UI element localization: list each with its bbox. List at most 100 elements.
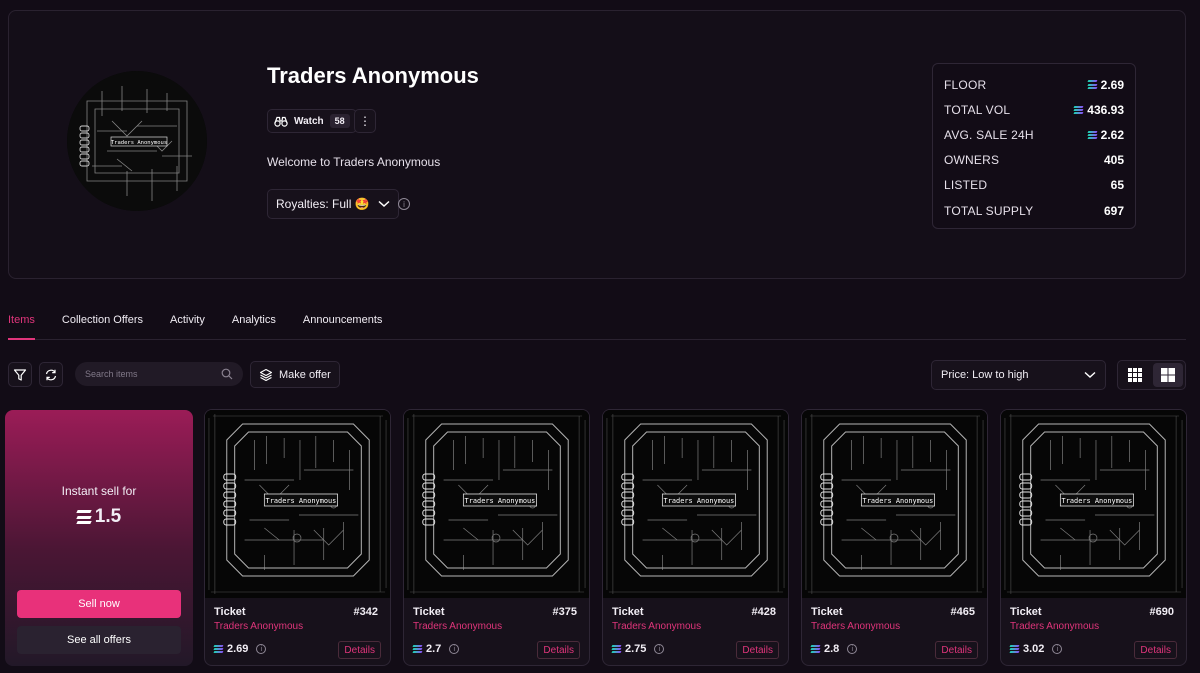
- details-button[interactable]: Details: [1134, 641, 1177, 659]
- nft-price: 3.02 i: [1009, 643, 1063, 655]
- more-options-button[interactable]: ⋮: [354, 109, 376, 133]
- stat-value: 436.93: [1087, 102, 1124, 117]
- refresh-button[interactable]: [39, 362, 63, 387]
- nft-image: Traders Anonymous: [205, 410, 390, 598]
- info-icon[interactable]: i: [256, 644, 267, 654]
- stat-value: 65: [1110, 178, 1124, 193]
- make-offer-button[interactable]: Make offer: [250, 361, 340, 388]
- stat-value: 2.62: [1100, 127, 1124, 142]
- nft-image-label: Traders Anonymous: [863, 497, 934, 505]
- tab-activity[interactable]: Activity: [170, 306, 205, 339]
- view-toggle: [1117, 360, 1186, 390]
- collection-stats-panel: FLOOR 2.69 TOTAL VOL 436.93 AVG. SALE 24…: [932, 63, 1136, 229]
- make-offer-label: Make offer: [279, 368, 331, 381]
- nft-number: #465: [950, 606, 975, 618]
- nft-price-value: 2.75: [625, 643, 647, 655]
- solana-icon: [412, 644, 423, 654]
- nft-image-label: Traders Anonymous: [1062, 497, 1133, 505]
- filter-button[interactable]: [8, 362, 32, 387]
- more-vertical-icon: ⋮: [359, 114, 371, 128]
- see-all-offers-button[interactable]: See all offers: [17, 626, 181, 654]
- stat-value: 2.69: [1100, 77, 1124, 92]
- tab-analytics[interactable]: Analytics: [232, 306, 276, 339]
- nft-collection-link[interactable]: Traders Anonymous: [612, 621, 701, 632]
- nft-collection-link[interactable]: Traders Anonymous: [214, 621, 303, 632]
- nft-price-value: 2.7: [426, 643, 442, 655]
- stat-label: OWNERS: [944, 153, 1000, 168]
- collection-tabs: Items Collection Offers Activity Analyti…: [8, 306, 1186, 340]
- nft-name: Ticket: [1010, 606, 1042, 618]
- nft-card[interactable]: Traders Anonymous Ticket #690 Traders Anon…: [1000, 409, 1187, 666]
- binoculars-icon: [274, 116, 288, 127]
- nft-name: Ticket: [214, 606, 246, 618]
- stat-value: 697: [1103, 203, 1124, 218]
- nft-image-label: Traders Anonymous: [266, 497, 337, 505]
- nft-price-value: 2.8: [824, 643, 840, 655]
- nft-card[interactable]: Traders Anonymous Ticket #465 Traders Anon…: [801, 409, 988, 666]
- stat-owners: OWNERS 405: [944, 148, 1124, 173]
- sort-dropdown[interactable]: Price: Low to high: [931, 360, 1106, 390]
- solana-icon: [1087, 130, 1098, 140]
- info-icon[interactable]: i: [398, 198, 410, 210]
- nft-card[interactable]: Traders Anonymous Ticket #428 Traders Anon…: [602, 409, 789, 666]
- chevron-down-icon: [378, 200, 390, 208]
- nft-card[interactable]: Traders Anonymous Ticket #375 Traders Anon…: [403, 409, 590, 666]
- collection-avatar-art: Traders Anonymous: [67, 71, 207, 211]
- nft-card[interactable]: Traders Anonymous Ticket #342 Traders Anon…: [204, 409, 391, 666]
- nft-collection-link[interactable]: Traders Anonymous: [413, 621, 502, 632]
- watch-button[interactable]: Watch 58: [267, 109, 357, 133]
- info-icon[interactable]: i: [847, 644, 858, 654]
- nft-image: Traders Anonymous: [802, 410, 987, 598]
- layers-icon: [259, 368, 273, 381]
- instant-sell-label: Instant sell for: [61, 484, 137, 498]
- solana-icon: [213, 644, 224, 654]
- nft-number: #375: [552, 606, 577, 618]
- royalties-dropdown[interactable]: Royalties: Full 🤩: [267, 189, 399, 219]
- solana-icon: [1073, 105, 1084, 114]
- nft-price: 2.69 i: [213, 643, 267, 655]
- refresh-icon: [45, 369, 57, 380]
- filter-icon: [13, 368, 27, 381]
- details-button[interactable]: Details: [537, 641, 580, 659]
- stat-value: 405: [1103, 153, 1124, 168]
- watch-label: Watch: [294, 115, 324, 127]
- tab-announcements[interactable]: Announcements: [303, 306, 383, 339]
- stat-avg-sale: AVG. SALE 24H 2.62: [944, 122, 1124, 147]
- instant-sell-amount: 1.5: [5, 506, 193, 528]
- watch-count: 58: [329, 114, 350, 128]
- search-input[interactable]: [85, 369, 215, 379]
- nft-price-value: 2.69: [227, 643, 249, 655]
- search-icon[interactable]: [221, 368, 233, 380]
- chevron-down-icon: [1084, 371, 1096, 378]
- nft-name: Ticket: [811, 606, 843, 618]
- tab-collection-offers[interactable]: Collection Offers: [62, 306, 143, 339]
- collection-avatar: Traders Anonymous: [67, 71, 207, 211]
- stat-label: LISTED: [944, 178, 988, 193]
- nft-price: 2.75 i: [611, 643, 665, 655]
- stat-label: TOTAL SUPPLY: [944, 203, 1034, 218]
- nft-collection-link[interactable]: Traders Anonymous: [811, 621, 900, 632]
- details-button[interactable]: Details: [935, 641, 978, 659]
- solana-icon: [1009, 644, 1020, 654]
- sort-label: Price: Low to high: [941, 369, 1029, 381]
- royalties-label: Royalties: Full 🤩: [276, 197, 370, 211]
- details-button[interactable]: Details: [736, 641, 779, 659]
- sell-now-button[interactable]: Sell now: [17, 590, 181, 618]
- nft-price-value: 3.02: [1023, 643, 1045, 655]
- grid-small-view-button[interactable]: [1120, 363, 1151, 387]
- info-icon[interactable]: i: [1052, 644, 1063, 654]
- tab-items[interactable]: Items: [8, 306, 35, 340]
- search-box: [75, 362, 243, 386]
- nft-image: Traders Anonymous: [603, 410, 788, 598]
- stat-label: TOTAL VOL: [944, 102, 1011, 117]
- solana-icon: [611, 644, 622, 654]
- nft-collection-link[interactable]: Traders Anonymous: [1010, 621, 1099, 632]
- stat-total-vol: TOTAL VOL 436.93: [944, 97, 1124, 122]
- solana-icon: [76, 510, 92, 524]
- info-icon[interactable]: i: [654, 644, 665, 654]
- details-button[interactable]: Details: [338, 641, 381, 659]
- nft-price: 2.8 i: [810, 643, 858, 655]
- grid-large-view-button[interactable]: [1152, 363, 1183, 387]
- info-icon[interactable]: i: [449, 644, 460, 654]
- nft-number: #690: [1149, 606, 1174, 618]
